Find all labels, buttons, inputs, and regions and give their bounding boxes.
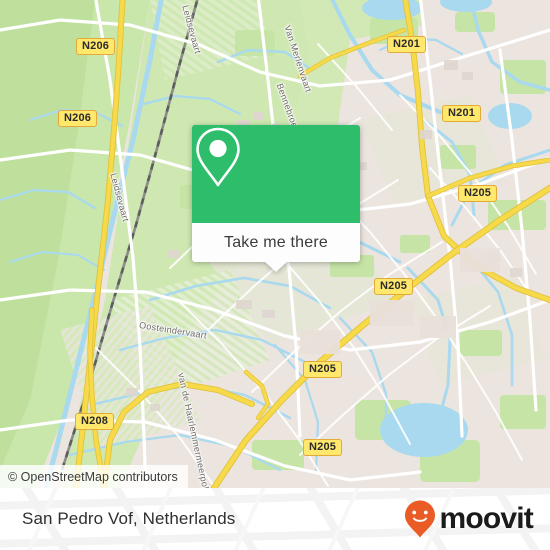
popup-icon-area <box>192 125 360 223</box>
footer-bar: San Pedro Vof, Netherlands moovit <box>0 488 550 550</box>
screenshot-root: Leidsevaart Leidsevaart Van Merlenvaart … <box>0 0 550 550</box>
place-title: San Pedro Vof, Netherlands <box>22 509 236 528</box>
map-canvas[interactable]: Leidsevaart Leidsevaart Van Merlenvaart … <box>0 0 550 488</box>
osm-attribution-text: © OpenStreetMap contributors <box>8 469 178 484</box>
road-shield-n205: N205 <box>374 278 414 295</box>
moovit-logo[interactable]: moovit <box>403 499 534 539</box>
road-shield-n208: N208 <box>75 413 115 430</box>
take-me-there-label: Take me there <box>224 233 328 251</box>
map-pin-icon <box>196 127 240 187</box>
road-shield-n201: N201 <box>387 36 427 53</box>
road-shield-n205: N205 <box>303 361 343 378</box>
road-shield-n206: N206 <box>58 110 98 127</box>
popup-action-area[interactable]: Take me there <box>192 223 360 272</box>
location-popup-card[interactable]: Take me there <box>192 125 360 272</box>
road-shield-n205: N205 <box>303 439 343 456</box>
road-shield-n206: N206 <box>76 38 116 55</box>
road-shield-n205: N205 <box>458 185 498 202</box>
moovit-wordmark: moovit <box>439 502 533 535</box>
moovit-pin-icon <box>405 500 436 538</box>
popup-tail <box>264 261 288 272</box>
road-shield-n201: N201 <box>442 105 482 122</box>
osm-attribution[interactable]: © OpenStreetMap contributors <box>0 465 188 488</box>
